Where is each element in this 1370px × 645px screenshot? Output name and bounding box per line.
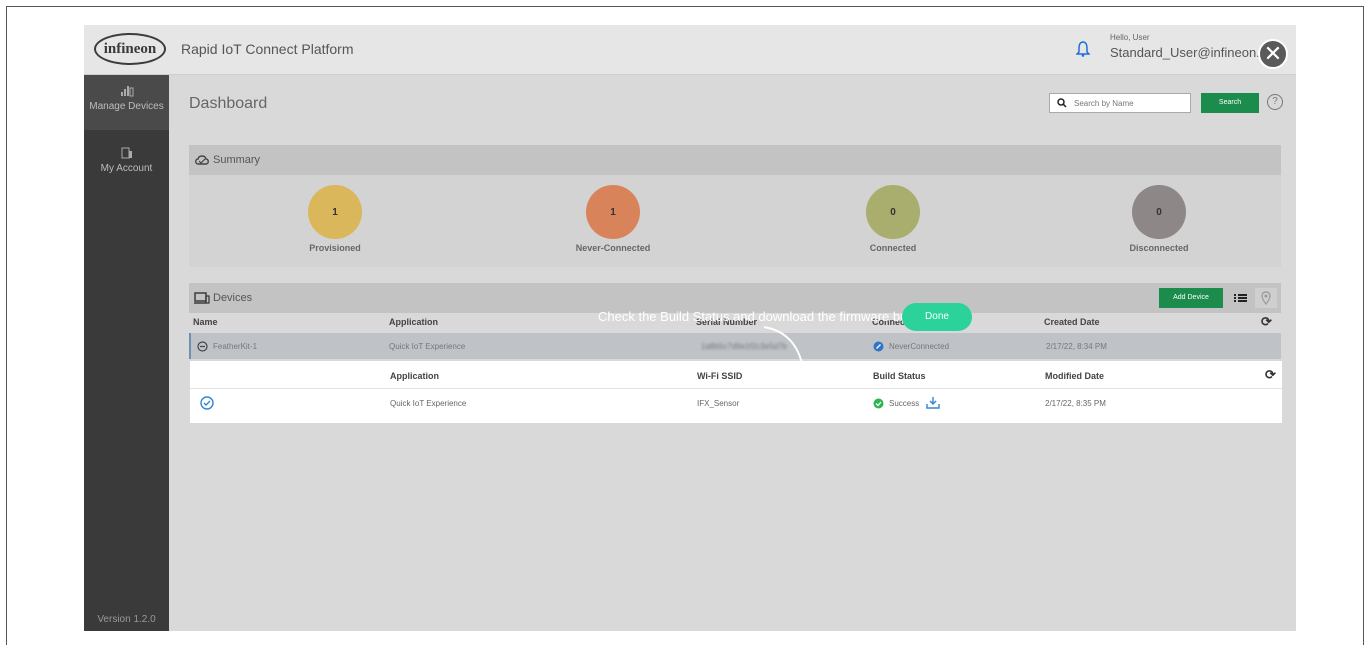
devices-icon: [194, 292, 210, 304]
stat-circle: 0: [866, 185, 920, 239]
sidebar-item-manage-devices[interactable]: Manage Devices: [84, 75, 169, 130]
stat-connected: 0 Connected: [793, 175, 993, 253]
device-name: FeatherKit-1: [213, 342, 258, 351]
column-header: Created Date: [1044, 317, 1100, 327]
detail-application: Quick IoT Experience: [390, 399, 467, 408]
modified-date: 2/17/22, 8:35 PM: [1045, 399, 1106, 408]
column-header: Modified Date: [1045, 371, 1105, 381]
devices-icon: [120, 86, 133, 97]
map-pin-icon[interactable]: [1255, 288, 1277, 308]
infineon-logo: infineon: [94, 33, 166, 65]
search-button[interactable]: Search: [1201, 93, 1259, 113]
stat-disconnected: 0 Disconnected: [1059, 175, 1259, 253]
stat-circle: 0: [1132, 185, 1186, 239]
stat-label: Never-Connected: [575, 243, 651, 253]
tutorial-text: Check the Build Status and download the …: [598, 309, 932, 324]
created-date: 2/17/22, 8:34 PM: [1046, 342, 1107, 351]
app-title: Rapid IoT Connect Platform: [181, 41, 354, 57]
account-icon: [121, 147, 132, 159]
check-circle-icon[interactable]: [200, 396, 214, 410]
summary-stats: 1 Provisioned 1 Never-Connected 0 Connec…: [189, 175, 1281, 267]
list-view-icon[interactable]: [1229, 288, 1251, 308]
search-placeholder: Search by Name: [1074, 99, 1134, 108]
greeting-text: Hello, User: [1110, 33, 1150, 42]
search-input[interactable]: Search by Name: [1049, 93, 1191, 113]
top-bar: infineon Rapid IoT Connect Platform Hell…: [84, 25, 1296, 75]
main-content: Dashboard Search by Name Search ? Summar…: [169, 75, 1296, 631]
page-title: Dashboard: [189, 95, 268, 112]
logo-text: infineon: [103, 40, 157, 57]
stat-circle: 1: [586, 185, 640, 239]
download-icon[interactable]: [926, 396, 940, 409]
cloud-icon: [195, 155, 209, 165]
device-application: Quick IoT Experience: [389, 342, 466, 351]
connection-status: NeverConnected: [889, 342, 950, 351]
stat-label: Connected: [869, 243, 917, 253]
app-window: infineon Rapid IoT Connect Platform Hell…: [84, 25, 1296, 631]
column-header: Application: [389, 317, 438, 327]
close-icon[interactable]: ✕: [1258, 39, 1288, 69]
collapse-icon[interactable]: [197, 341, 208, 352]
stat-label: Disconnected: [1129, 243, 1189, 253]
devices-title: Devices: [213, 292, 253, 304]
sidebar: Manage Devices My Account Version 1.2.0: [84, 75, 169, 631]
summary-header: Summary: [189, 145, 1281, 175]
user-email[interactable]: Standard_User@infineon.co: [1110, 45, 1274, 60]
sidebar-item-my-account[interactable]: My Account: [84, 137, 169, 192]
stat-label: Provisioned: [309, 243, 361, 253]
refresh-icon[interactable]: ⟳: [1265, 367, 1276, 383]
build-status: Success: [889, 399, 920, 408]
bell-icon[interactable]: [1076, 41, 1090, 57]
sidebar-item-label: Manage Devices: [89, 101, 164, 112]
column-header: Application: [390, 371, 439, 381]
screen-frame: infineon Rapid IoT Connect Platform Hell…: [6, 6, 1364, 645]
add-device-button[interactable]: Add Device: [1159, 288, 1223, 308]
refresh-icon[interactable]: ⟳: [1261, 314, 1272, 330]
success-icon: [873, 398, 884, 409]
done-button[interactable]: Done: [902, 303, 972, 331]
detail-ssid: IFX_Sensor: [697, 399, 740, 408]
version-label: Version 1.2.0: [97, 614, 156, 625]
stat-circle: 1: [308, 185, 362, 239]
column-header: Build Status: [873, 371, 926, 381]
column-header: Wi-Fi SSID: [697, 371, 743, 381]
detail-row[interactable]: Quick IoT Experience IFX_Sensor Success …: [190, 389, 1282, 419]
stat-never-connected: 1 Never-Connected: [513, 175, 713, 253]
device-detail-panel: Application Wi-Fi SSID Build Status Modi…: [190, 361, 1282, 423]
stat-provisioned: 1 Provisioned: [235, 175, 435, 253]
detail-header: Application Wi-Fi SSID Build Status Modi…: [190, 361, 1282, 389]
help-icon[interactable]: ?: [1267, 94, 1283, 110]
status-icon: [873, 341, 884, 352]
table-row[interactable]: FeatherKit-1 Quick IoT Experience 1a8b5c…: [189, 333, 1281, 359]
search-icon: [1057, 98, 1067, 108]
column-header: Name: [193, 317, 218, 327]
sidebar-item-label: My Account: [100, 163, 153, 174]
summary-title: Summary: [213, 154, 261, 166]
